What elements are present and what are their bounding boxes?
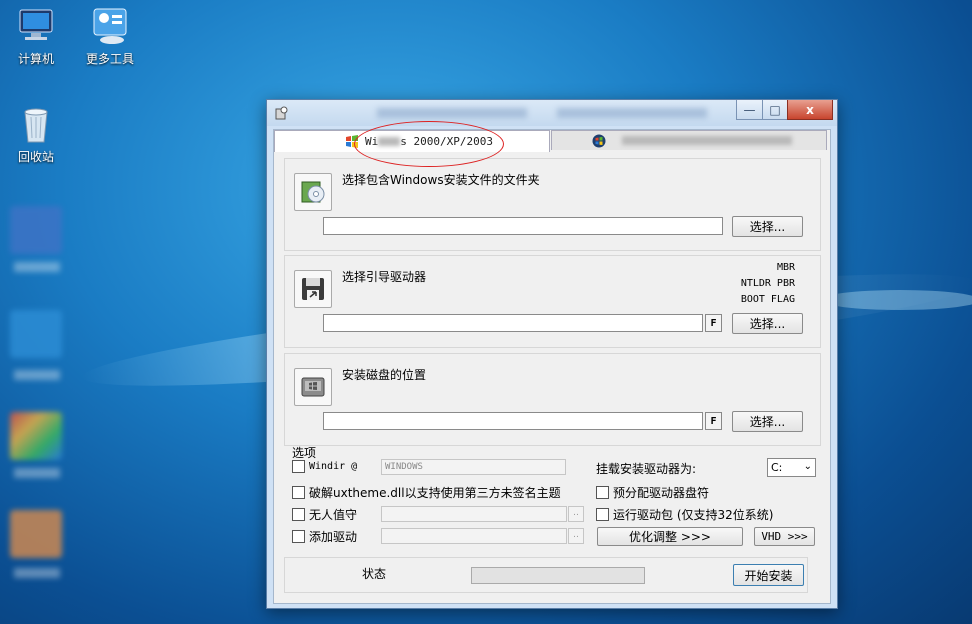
windir-label: Windir @: [309, 461, 358, 472]
boot-drive-group: 选择引导驱动器 MBR NTLDR PBR BOOT FLAG F 选择...: [284, 255, 821, 348]
mount-drive-select[interactable]: C: ⌄: [767, 458, 816, 477]
unattended-checkbox[interactable]: 无人值守: [292, 506, 357, 523]
add-driver-label: 添加驱动: [309, 530, 358, 544]
flag-boot-flag: BOOT FLAG: [740, 294, 795, 305]
checkbox-box[interactable]: [292, 486, 305, 499]
install-disk-browse-button[interactable]: 选择...: [732, 411, 803, 432]
blurred-desktop-icon[interactable]: [10, 310, 62, 358]
hard-disk-icon: [294, 368, 332, 406]
desktop-icon-label: 计算机: [17, 52, 54, 66]
uxtheme-checkbox[interactable]: 破解uxtheme.dll以支持使用第三方未签名主题: [292, 484, 561, 501]
window-title-blurred: [557, 108, 707, 118]
unattended-label: 无人值守: [309, 508, 358, 522]
blurred-desktop-label: [14, 370, 60, 380]
install-disk-group: 安装磁盘的位置 F 选择...: [284, 353, 821, 446]
unattended-file-input[interactable]: [381, 506, 567, 522]
add-driver-path-input[interactable]: [381, 528, 567, 544]
title-bar[interactable]: — □ x: [267, 100, 837, 126]
mount-drive-label: 挂载安装驱动器为:: [596, 462, 697, 476]
app-icon: [275, 106, 289, 120]
boot-drive-format-button[interactable]: F: [705, 314, 722, 332]
tab-bar: Wi s 2000/XP/2003: [274, 121, 830, 167]
boot-drive-label: 选择引导驱动器: [342, 270, 427, 284]
blurred-desktop-icon[interactable]: [10, 206, 62, 254]
checkbox-box[interactable]: [292, 460, 305, 473]
install-disk-format-button[interactable]: F: [705, 412, 722, 430]
source-folder-input[interactable]: [323, 217, 723, 235]
maximize-button[interactable]: □: [762, 100, 788, 120]
run-driver-checkbox[interactable]: 运行驱动包 (仅支持32位系统): [596, 506, 773, 523]
boot-drive-browse-button[interactable]: 选择...: [732, 313, 803, 334]
flag-ntldr-pbr: NTLDR PBR: [740, 278, 795, 289]
highlight-ellipse-annotation: [354, 121, 504, 167]
flag-mbr: MBR: [776, 262, 795, 273]
window-title-blurred: [377, 108, 527, 118]
add-driver-browse-button[interactable]: ..: [568, 528, 584, 544]
windows-vista-icon: [592, 134, 606, 148]
add-driver-checkbox[interactable]: 添加驱动: [292, 528, 357, 545]
checkbox-box[interactable]: [292, 530, 305, 543]
start-install-button[interactable]: 开始安装: [733, 564, 804, 586]
installer-window: — □ x Wi s 2000/XP/2003 选择包含Windows安装文件的…: [266, 99, 838, 609]
checkbox-box[interactable]: [596, 486, 609, 499]
wallpaper-wave-right: [820, 290, 972, 310]
blurred-desktop-icon[interactable]: [10, 510, 62, 558]
tab-label-blurred: [622, 136, 792, 145]
uxtheme-label: 破解uxtheme.dll以支持使用第三方未签名主题: [309, 486, 561, 500]
checkbox-box[interactable]: [292, 508, 305, 521]
tools-icon: [90, 6, 130, 46]
status-bar: 状态 开始安装: [284, 557, 808, 593]
window-client-area: Wi s 2000/XP/2003 选择包含Windows安装文件的文件夹 选择…: [273, 121, 831, 604]
minimize-button[interactable]: —: [736, 100, 763, 120]
options-title: 选项: [292, 446, 317, 460]
source-folder-label: 选择包含Windows安装文件的文件夹: [342, 173, 540, 187]
computer-icon: [16, 6, 56, 46]
chevron-down-icon: ⌄: [803, 461, 812, 472]
unattended-browse-button[interactable]: ..: [568, 506, 584, 522]
desktop-icon-recycle-bin[interactable]: 回收站: [6, 104, 66, 165]
windir-input[interactable]: WINDOWS: [381, 459, 566, 475]
install-progress-bar: [471, 567, 645, 584]
run-driver-label: 运行驱动包 (仅支持32位系统): [613, 508, 774, 522]
source-folder-group: 选择包含Windows安装文件的文件夹 选择...: [284, 158, 821, 251]
blurred-desktop-label: [14, 468, 60, 478]
boot-drive-input[interactable]: [323, 314, 703, 332]
install-disc-icon: [294, 173, 332, 211]
install-disk-input[interactable]: [323, 412, 703, 430]
tab-windows-vista[interactable]: [551, 130, 827, 150]
recycle-bin-icon: [16, 104, 56, 144]
status-label: 状态: [362, 567, 387, 581]
blurred-desktop-icon[interactable]: [10, 412, 62, 460]
desktop-icon-computer[interactable]: 计算机: [6, 6, 66, 67]
desktop-icon-tools[interactable]: 更多工具: [80, 6, 140, 67]
blurred-desktop-label: [14, 568, 60, 578]
blurred-desktop-label: [14, 262, 60, 272]
prealloc-label: 预分配驱动器盘符: [613, 486, 710, 500]
windir-checkbox[interactable]: Windir @: [292, 460, 357, 473]
checkbox-box[interactable]: [596, 508, 609, 521]
desktop-icon-label: 更多工具: [85, 52, 134, 66]
mount-drive-value: C:: [771, 461, 783, 474]
vhd-button[interactable]: VHD >>>: [754, 527, 815, 546]
prealloc-checkbox[interactable]: 预分配驱动器盘符: [596, 484, 709, 501]
install-disk-label: 安装磁盘的位置: [342, 368, 427, 382]
floppy-disk-icon: [294, 270, 332, 308]
close-button[interactable]: x: [787, 100, 833, 120]
optimize-button[interactable]: 优化调整 >>>: [597, 527, 743, 546]
source-folder-browse-button[interactable]: 选择...: [732, 216, 803, 237]
desktop-icon-label: 回收站: [17, 150, 54, 164]
